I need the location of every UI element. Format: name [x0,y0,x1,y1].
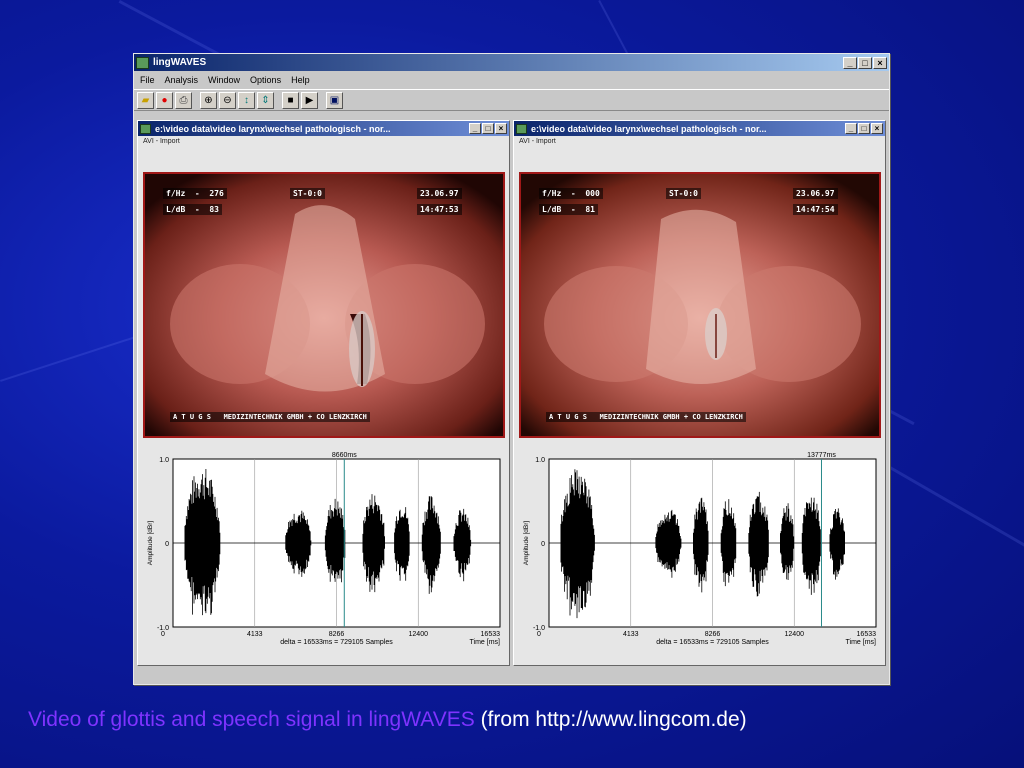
osd-st: ST-0:0 [666,188,701,199]
play-icon[interactable]: ▶ [301,91,318,109]
child-title: e:\video data\video larynx\wechsel patho… [155,123,391,134]
menu-file[interactable]: File [140,75,155,85]
close-button[interactable]: × [871,123,883,134]
maximize-button[interactable]: □ [858,123,870,134]
import-label: AVI - Import [143,138,180,145]
marker-label: 13777ms [807,452,836,459]
x-axis-label: Time [ms] [846,639,877,646]
caption-main: Video of glottis and speech signal in li… [28,708,475,731]
menu-bar: File Analysis Window Options Help [134,71,889,89]
import-label: AVI - Import [519,138,556,145]
waveform-plot[interactable]: 13777ms 1.0 0 -1.0 0 4133 8266 12400 16533 Amplit… [519,447,881,659]
toolbar: ▰ ● ⎙ ⊕ ⊖ ↕ ⇕ ■ ▶ ▣ [134,89,889,111]
maximize-button[interactable]: □ [858,56,872,69]
y-axis-label: Amplitude [dBr] [147,521,154,566]
print-icon[interactable]: ⎙ [175,91,192,109]
minimize-button[interactable]: _ [845,123,857,134]
minimize-button[interactable]: _ [469,123,481,134]
delta-label: delta = 16533ms = 729105 Samples [280,639,393,646]
child-window-left: e:\video data\video larynx\wechsel patho… [137,120,510,666]
x-tick-label: 12400 [785,631,805,638]
lingwaves-window: lingWAVES _ □ × File Analysis Window Opt… [133,53,890,685]
glottis-video[interactable]: f/Hz - 000 L/dB - 81 ST-0:0 23.06.97 14:… [519,172,881,438]
save-icon[interactable]: ▣ [326,91,343,109]
osd-date: 23.06.97 [417,188,462,199]
child-window-right: e:\video data\video larynx\wechsel patho… [513,120,886,666]
menu-window[interactable]: Window [208,75,240,85]
waveform-plot[interactable]: 8660ms 1.0 0 -1.0 0 4133 8266 12400 16533 Amplitu… [143,447,505,659]
x-tick-label: 16533 [857,631,877,638]
osd-footer: A T U G S MEDIZINTECHNIK GMBH + CO LENZK… [546,412,746,422]
maximize-button[interactable]: □ [482,123,494,134]
x-tick-label: 0 [537,631,541,638]
x-tick-label: 8266 [705,631,721,638]
child-title: e:\video data\video larynx\wechsel patho… [531,123,767,134]
x-tick-label: 4133 [247,631,263,638]
y-tick-label: 0 [541,541,545,548]
menu-analysis[interactable]: Analysis [165,75,199,85]
menu-options[interactable]: Options [250,75,281,85]
scroll-icon[interactable]: ⇕ [257,91,274,109]
y-tick-label: 0 [165,541,169,548]
menu-help[interactable]: Help [291,75,310,85]
y-tick-label: 1.0 [535,457,545,464]
background-streak [878,460,1024,613]
osd-time: 14:47:54 [793,204,838,215]
fit-icon[interactable]: ↕ [238,91,255,109]
osd-level: L/dB - 81 [539,204,598,215]
zoom-out-icon[interactable]: ⊖ [219,91,236,109]
app-icon [136,56,149,69]
y-tick-label: 1.0 [159,457,169,464]
document-icon [140,123,151,134]
osd-level: L/dB - 83 [163,204,222,215]
osd-f0: f/Hz - 000 [539,188,603,199]
minimize-button[interactable]: _ [843,56,857,69]
x-tick-label: 8266 [329,631,345,638]
x-tick-label: 12400 [409,631,429,638]
y-axis-label: Amplitude [dBr] [523,521,530,566]
open-icon[interactable]: ▰ [137,91,154,109]
zoom-in-icon[interactable]: ⊕ [200,91,217,109]
child-titlebar[interactable]: e:\video data\video larynx\wechsel patho… [514,121,885,136]
record-icon[interactable]: ● [156,91,173,109]
osd-time: 14:47:53 [417,204,462,215]
close-button[interactable]: × [873,56,887,69]
glottis-video[interactable]: f/Hz - 276 L/dB - 83 ST-0:0 23.06.97 14:… [143,172,505,438]
osd-footer: A T U G S MEDIZINTECHNIK GMBH + CO LENZK… [170,412,370,422]
osd-st: ST-0:0 [290,188,325,199]
x-tick-label: 0 [161,631,165,638]
marker-label: 8660ms [332,452,357,459]
window-titlebar[interactable]: lingWAVES _ □ × [134,54,889,71]
child-titlebar[interactable]: e:\video data\video larynx\wechsel patho… [138,121,509,136]
osd-date: 23.06.97 [793,188,838,199]
x-tick-label: 4133 [623,631,639,638]
stop-icon[interactable]: ■ [282,91,299,109]
slide-caption: Video of glottis and speech signal in li… [28,708,747,732]
window-title: lingWAVES [153,57,207,68]
caption-source: (from http://www.lingcom.de) [480,708,747,731]
close-button[interactable]: × [495,123,507,134]
document-icon [516,123,527,134]
x-tick-label: 16533 [481,631,501,638]
x-axis-label: Time [ms] [470,639,501,646]
osd-f0: f/Hz - 276 [163,188,227,199]
delta-label: delta = 16533ms = 729105 Samples [656,639,769,646]
